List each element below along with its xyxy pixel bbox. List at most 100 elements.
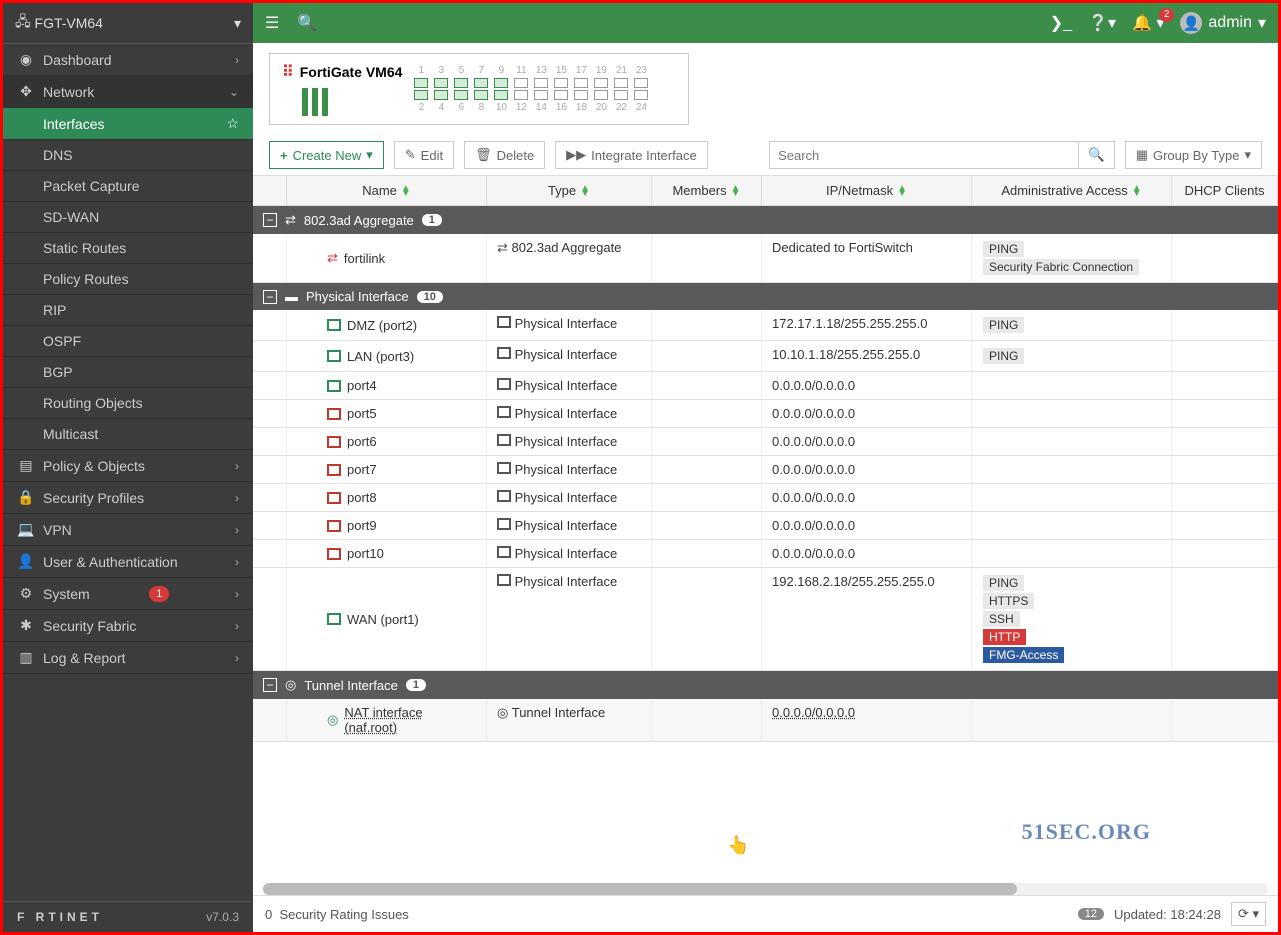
if-ip: 0.0.0.0/0.0.0.0 [762, 456, 972, 483]
row-port7[interactable]: port7 Physical Interface 0.0.0.0/0.0.0.0 [253, 456, 1278, 484]
integrate-button[interactable]: ▶▶ Integrate Interface [555, 141, 708, 169]
physical-icon [497, 574, 511, 586]
chevron-right-icon: › [235, 555, 239, 569]
collapse-icon[interactable]: − [263, 290, 277, 304]
access-tag: HTTPS [983, 593, 1034, 609]
nav-user-auth[interactable]: 👤User & Authentication› [3, 546, 253, 578]
row-lan[interactable]: LAN (port3) Physical Interface 10.10.1.1… [253, 341, 1278, 372]
horizontal-scrollbar[interactable] [263, 883, 1268, 895]
nav-security-fabric[interactable]: ✱Security Fabric› [3, 610, 253, 642]
if-access: PINGSecurity Fabric Connection [972, 234, 1172, 282]
nav-dashboard[interactable]: ◉Dashboard› [3, 44, 253, 76]
nav-ospf[interactable]: OSPF [3, 326, 253, 357]
col-dhcp[interactable]: DHCP Clients [1172, 176, 1278, 205]
bell-icon[interactable]: 🔔2 ▾ [1132, 13, 1164, 33]
row-fortilink[interactable]: ⇄fortilink ⇄ 802.3ad Aggregate Dedicated… [253, 234, 1278, 283]
nav-policy-objects[interactable]: ▤Policy & Objects› [3, 450, 253, 482]
nav-multicast[interactable]: Multicast [3, 419, 253, 450]
nav-log-report[interactable]: ▥Log & Report› [3, 642, 253, 674]
physical-icon [497, 546, 511, 558]
nav-interfaces[interactable]: Interfaces☆ [3, 108, 253, 140]
search-button[interactable]: 🔍 [1079, 141, 1115, 169]
nav-static-routes[interactable]: Static Routes [3, 233, 253, 264]
nav-label: Multicast [43, 426, 98, 442]
if-access [972, 540, 1172, 567]
nav-label: Packet Capture [43, 178, 140, 194]
if-name: WAN (port1) [347, 612, 419, 627]
row-port4[interactable]: port4 Physical Interface 0.0.0.0/0.0.0.0 [253, 372, 1278, 400]
brand-logo: F RTINET [17, 910, 103, 924]
row-dmz[interactable]: DMZ (port2) Physical Interface 172.17.1.… [253, 310, 1278, 341]
if-name: port8 [347, 490, 377, 505]
nav-policy-routes[interactable]: Policy Routes [3, 264, 253, 295]
row-port10[interactable]: port10 Physical Interface 0.0.0.0/0.0.0.… [253, 540, 1278, 568]
group-tunnel[interactable]: − ◎ Tunnel Interface 1 [253, 671, 1278, 699]
col-type[interactable]: Type [487, 176, 652, 205]
if-name: port5 [347, 406, 377, 421]
nav-dns[interactable]: DNS [3, 140, 253, 171]
updated-label: Updated: [1114, 907, 1167, 922]
if-type: Tunnel Interface [512, 705, 605, 720]
delete-button[interactable]: 🗑 Delete [464, 141, 545, 169]
if-name: port10 [347, 546, 384, 561]
row-port5[interactable]: port5 Physical Interface 0.0.0.0/0.0.0.0 [253, 400, 1278, 428]
nav-sdwan[interactable]: SD-WAN [3, 202, 253, 233]
tunnel-icon: ◎ [285, 677, 296, 693]
nav-vpn[interactable]: 💻VPN› [3, 514, 253, 546]
row-port8[interactable]: port8 Physical Interface 0.0.0.0/0.0.0.0 [253, 484, 1278, 512]
row-nat[interactable]: ◎NAT interface (naf.root) ◎ Tunnel Inter… [253, 699, 1278, 742]
system-badge: 1 [149, 586, 169, 602]
search-icon[interactable]: 🔍 [297, 13, 317, 33]
cli-icon[interactable]: ❯_ [1050, 13, 1072, 33]
col-ip[interactable]: IP/Netmask [762, 176, 972, 205]
menu-icon[interactable]: ☰ [265, 13, 279, 33]
nav-security-profiles[interactable]: 🔒Security Profiles› [3, 482, 253, 514]
port-icon [327, 350, 341, 362]
nav-network[interactable]: ✥Network⌄ [3, 76, 253, 108]
topbar: ☰ 🔍 ❯_ ❔▾ 🔔2 ▾ 👤admin ▾ [253, 3, 1278, 43]
collapse-icon[interactable]: − [263, 213, 277, 227]
edit-button[interactable]: ✎ Edit [394, 141, 454, 169]
nav-system[interactable]: ⚙System1› [3, 578, 253, 610]
port-icon [327, 436, 341, 448]
if-access [972, 372, 1172, 399]
device-title[interactable]: 🖧 FGT-VM64 ▾ [3, 3, 253, 44]
nav-rip[interactable]: RIP [3, 295, 253, 326]
physical-icon [497, 378, 511, 390]
user-menu[interactable]: 👤admin ▾ [1180, 12, 1266, 34]
if-name: NAT interface (naf.root) [344, 705, 476, 735]
col-admin[interactable]: Administrative Access [972, 176, 1172, 205]
row-port9[interactable]: port9 Physical Interface 0.0.0.0/0.0.0.0 [253, 512, 1278, 540]
nav-packet-capture[interactable]: Packet Capture [3, 171, 253, 202]
help-icon[interactable]: ❔▾ [1088, 13, 1116, 33]
group-aggregate[interactable]: − ⇄ 802.3ad Aggregate 1 [253, 206, 1278, 234]
issues-label: Security Rating Issues [279, 907, 408, 922]
group-physical[interactable]: − ▬ Physical Interface 10 [253, 283, 1278, 310]
port-icon [327, 492, 341, 504]
nav-label: Policy Routes [43, 271, 129, 287]
chevron-right-icon: › [235, 651, 239, 665]
watermark: 51SEC.ORG [1022, 819, 1151, 845]
row-port6[interactable]: port6 Physical Interface 0.0.0.0/0.0.0.0 [253, 428, 1278, 456]
access-tag: PING [983, 348, 1024, 364]
nav-label: User & Authentication [43, 554, 178, 570]
nav-label: Network [43, 84, 94, 100]
if-ip: 0.0.0.0/0.0.0.0 [762, 484, 972, 511]
chevron-right-icon: › [235, 459, 239, 473]
col-members[interactable]: Members [652, 176, 762, 205]
col-name[interactable]: Name [287, 176, 487, 205]
group-count: 1 [422, 214, 442, 226]
collapse-icon[interactable]: − [263, 678, 277, 692]
nav-bgp[interactable]: BGP [3, 357, 253, 388]
row-wan[interactable]: WAN (port1) Physical Interface 192.168.2… [253, 568, 1278, 671]
chevron-down-icon[interactable]: ▾ [234, 15, 241, 32]
nav-routing-objects[interactable]: Routing Objects [3, 388, 253, 419]
create-new-button[interactable]: + Create New ▾ [269, 141, 384, 169]
star-icon: ☆ [226, 115, 239, 132]
if-type: Physical Interface [515, 518, 618, 533]
if-type: Physical Interface [515, 378, 618, 393]
if-type: Physical Interface [515, 347, 618, 362]
search-input[interactable] [769, 141, 1079, 169]
group-by-button[interactable]: ▦ Group By Type ▾ [1125, 141, 1262, 169]
refresh-icon[interactable]: ⟳ ▾ [1231, 902, 1266, 926]
